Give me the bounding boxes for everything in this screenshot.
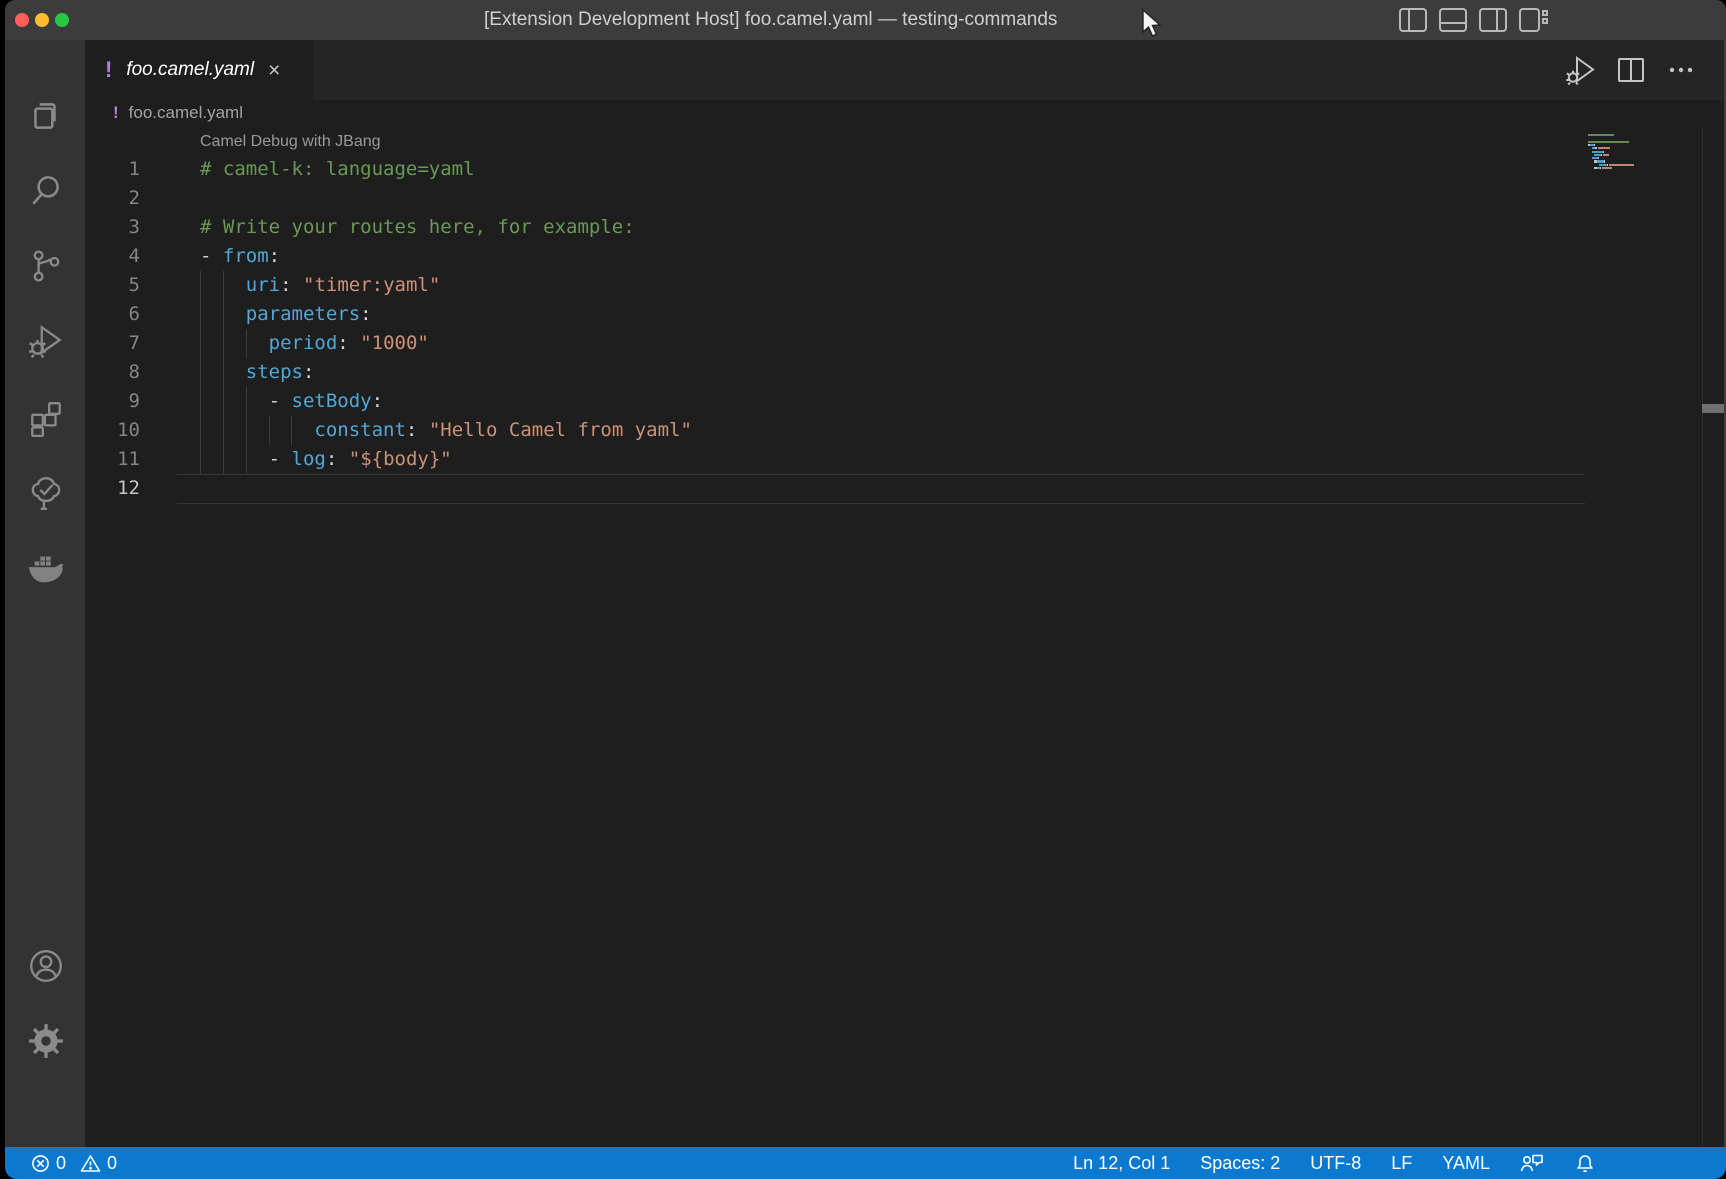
- language-mode-indicator[interactable]: YAML: [1442, 1153, 1490, 1174]
- activity-bar: [5, 40, 85, 1147]
- toggle-primary-sidebar-icon[interactable]: [1398, 5, 1428, 35]
- run-and-debug-icon[interactable]: [27, 322, 65, 360]
- run-or-debug-icon[interactable]: [1564, 53, 1598, 87]
- customize-layout-icon[interactable]: [1518, 5, 1548, 35]
- line-number: 7: [85, 329, 140, 358]
- code-text: uri: "timer:yaml": [200, 271, 440, 300]
- code-text: # camel-k: language=yaml: [200, 155, 475, 184]
- code-line-5[interactable]: 5 uri: "timer:yaml": [85, 271, 1726, 300]
- code-line-1[interactable]: 1 # camel-k: language=yaml: [85, 155, 1726, 184]
- split-editor-icon[interactable]: [1614, 53, 1648, 87]
- line-number: 11: [85, 445, 140, 474]
- code-text: steps:: [200, 358, 314, 387]
- code-line-12[interactable]: 12: [85, 474, 1726, 503]
- breadcrumb[interactable]: ! foo.camel.yaml: [85, 100, 1726, 126]
- code-line-3[interactable]: 3 # Write your routes here, for example:: [85, 213, 1726, 242]
- line-number: 12: [85, 474, 140, 503]
- line-number: 6: [85, 300, 140, 329]
- feedback-icon[interactable]: [1520, 1152, 1544, 1174]
- accounts-icon[interactable]: [27, 947, 65, 985]
- line-number: 4: [85, 242, 140, 271]
- code-editor[interactable]: Camel Debug with JBang 1 # camel-k: langu…: [85, 126, 1726, 1147]
- overview-ruler-border: [1702, 128, 1703, 1147]
- editor-group: ! foo.camel.yaml × !: [85, 40, 1726, 1147]
- close-tab-icon[interactable]: ×: [268, 60, 280, 81]
- code-line-10[interactable]: 10 constant: "Hello Camel from yaml": [85, 416, 1726, 445]
- yaml-file-icon: !: [113, 103, 119, 123]
- warning-count: 0: [107, 1153, 117, 1174]
- source-control-icon[interactable]: [27, 247, 65, 285]
- line-number: 1: [85, 155, 140, 184]
- tab-label: foo.camel.yaml: [126, 59, 254, 81]
- code-line-2[interactable]: 2: [85, 184, 1726, 213]
- window-title: [Extension Development Host] foo.camel.y…: [484, 0, 1057, 40]
- code-text: parameters:: [200, 300, 372, 329]
- yaml-file-icon: !: [105, 57, 112, 83]
- eol-indicator[interactable]: LF: [1391, 1153, 1412, 1174]
- code-line-4[interactable]: 4 - from:: [85, 242, 1726, 271]
- breadcrumb-item-file[interactable]: foo.camel.yaml: [129, 103, 243, 123]
- toggle-panel-icon[interactable]: [1438, 5, 1468, 35]
- settings-gear-icon[interactable]: [27, 1022, 65, 1060]
- problems-indicator[interactable]: 0 0: [31, 1153, 117, 1174]
- status-bar: 0 0 Ln 12, Col 1 Spaces: 2 UTF-8 LF YAML: [5, 1147, 1726, 1179]
- code-line-8[interactable]: 8 steps:: [85, 358, 1726, 387]
- code-text: - log: "${body}": [200, 445, 452, 474]
- line-number: 10: [85, 416, 140, 445]
- code-text: period: "1000": [200, 329, 429, 358]
- minimize-window-button[interactable]: [35, 13, 49, 27]
- testing-icon[interactable]: [27, 474, 65, 512]
- more-actions-icon[interactable]: [1664, 53, 1698, 87]
- tab-bar: ! foo.camel.yaml ×: [85, 40, 1726, 100]
- mouse-cursor: [1140, 8, 1164, 38]
- zoom-window-button[interactable]: [55, 13, 69, 27]
- code-line-6[interactable]: 6 parameters:: [85, 300, 1726, 329]
- code-text: constant: "Hello Camel from yaml": [200, 416, 692, 445]
- close-window-button[interactable]: [15, 13, 29, 27]
- warning-icon: [80, 1154, 101, 1173]
- line-number: 5: [85, 271, 140, 300]
- code-text: - from:: [200, 242, 280, 271]
- search-icon[interactable]: [27, 171, 65, 209]
- code-line-9[interactable]: 9 - setBody:: [85, 387, 1726, 416]
- minimap[interactable]: [1588, 126, 1668, 186]
- line-number: 8: [85, 358, 140, 387]
- line-number: 9: [85, 387, 140, 416]
- line-number: 3: [85, 213, 140, 242]
- toggle-secondary-sidebar-icon[interactable]: [1478, 5, 1508, 35]
- code-line-7[interactable]: 7 period: "1000": [85, 329, 1726, 358]
- encoding-indicator[interactable]: UTF-8: [1310, 1153, 1361, 1174]
- extensions-icon[interactable]: [27, 399, 65, 437]
- indentation-indicator[interactable]: Spaces: 2: [1200, 1153, 1280, 1174]
- codelens-camel-debug[interactable]: Camel Debug with JBang: [85, 126, 1726, 155]
- overview-ruler-marker: [1702, 404, 1726, 413]
- error-icon: [31, 1154, 50, 1173]
- cursor-position-indicator[interactable]: Ln 12, Col 1: [1073, 1153, 1170, 1174]
- tab-foo-camel-yaml[interactable]: ! foo.camel.yaml ×: [85, 40, 313, 100]
- vscode-window: [Extension Development Host] foo.camel.y…: [5, 0, 1726, 1179]
- code-text: # Write your routes here, for example:: [200, 213, 635, 242]
- titlebar: [Extension Development Host] foo.camel.y…: [5, 0, 1726, 40]
- code-lines: 1 # camel-k: language=yaml 23 # Write your …: [85, 155, 1726, 503]
- error-count: 0: [56, 1153, 66, 1174]
- notifications-bell-icon[interactable]: [1574, 1152, 1596, 1174]
- explorer-icon[interactable]: [27, 96, 65, 134]
- code-line-11[interactable]: 11 - log: "${body}": [85, 445, 1726, 474]
- docker-icon[interactable]: [27, 550, 65, 588]
- line-number: 2: [85, 184, 140, 213]
- code-text: - setBody:: [200, 387, 383, 416]
- current-line-highlight: [177, 474, 1585, 504]
